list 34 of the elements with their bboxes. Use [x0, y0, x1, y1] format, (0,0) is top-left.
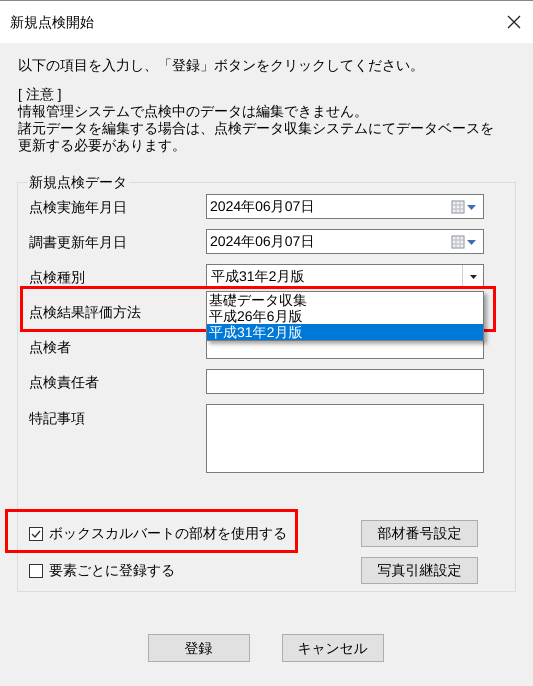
field-label: 点検者 [28, 338, 72, 356]
dropdown-option[interactable]: 平成31年2月版 [207, 324, 483, 340]
caret-icon [470, 274, 476, 278]
calendar-dropdown-icon[interactable] [451, 200, 477, 214]
settings-button[interactable]: 写真引継設定 [361, 557, 478, 584]
instructions-text: 以下の項目を入力し、「登録」ボタンをクリックしてください。 [17, 57, 425, 74]
checkbox-label: ボックスカルバートの部材を使用する [49, 525, 287, 542]
notice-text: 情報管理システムで点検中のデータは編集できません。 [18, 103, 368, 120]
checkbox[interactable] [29, 526, 43, 540]
dropdown-option[interactable]: 基礎データ収集 [207, 292, 483, 308]
window-title: 新規点検開始 [10, 14, 94, 30]
notes-field[interactable] [206, 404, 484, 473]
dialog-button[interactable]: キャンセル [282, 634, 384, 662]
calendar-dropdown-icon[interactable] [451, 234, 477, 248]
checkbox[interactable] [29, 564, 43, 578]
check-icon [31, 530, 41, 538]
field-label: 点検実施年月日 [28, 198, 128, 216]
notice-text: 諸元データを編集する場合は、点検データ収集システムにてデータベースを [18, 120, 494, 137]
group-title: 新規点検データ [28, 174, 128, 191]
notice-heading: [ 注意 ] [18, 86, 62, 103]
field-label: 点検種別 [28, 268, 86, 286]
checkbox-label: 要素ごとに登録する [49, 562, 175, 579]
input-field[interactable] [206, 369, 484, 394]
settings-button[interactable]: 部材番号設定 [361, 520, 478, 547]
dropdown-option[interactable]: 平成26年6月版 [207, 308, 483, 324]
close-icon[interactable] [507, 15, 521, 29]
field-label: 特記事項 [28, 409, 86, 427]
notice-text: 更新する必要があります。 [18, 137, 186, 154]
dialog-button[interactable]: 登録 [148, 634, 250, 662]
field-label: 調書更新年月日 [28, 232, 128, 250]
date-field[interactable]: 2024年06月07日 [206, 194, 484, 219]
date-field[interactable]: 2024年06月07日 [206, 229, 484, 254]
field-label: 点検責任者 [28, 372, 100, 390]
field-label: 点検結果評価方法 [28, 302, 142, 320]
